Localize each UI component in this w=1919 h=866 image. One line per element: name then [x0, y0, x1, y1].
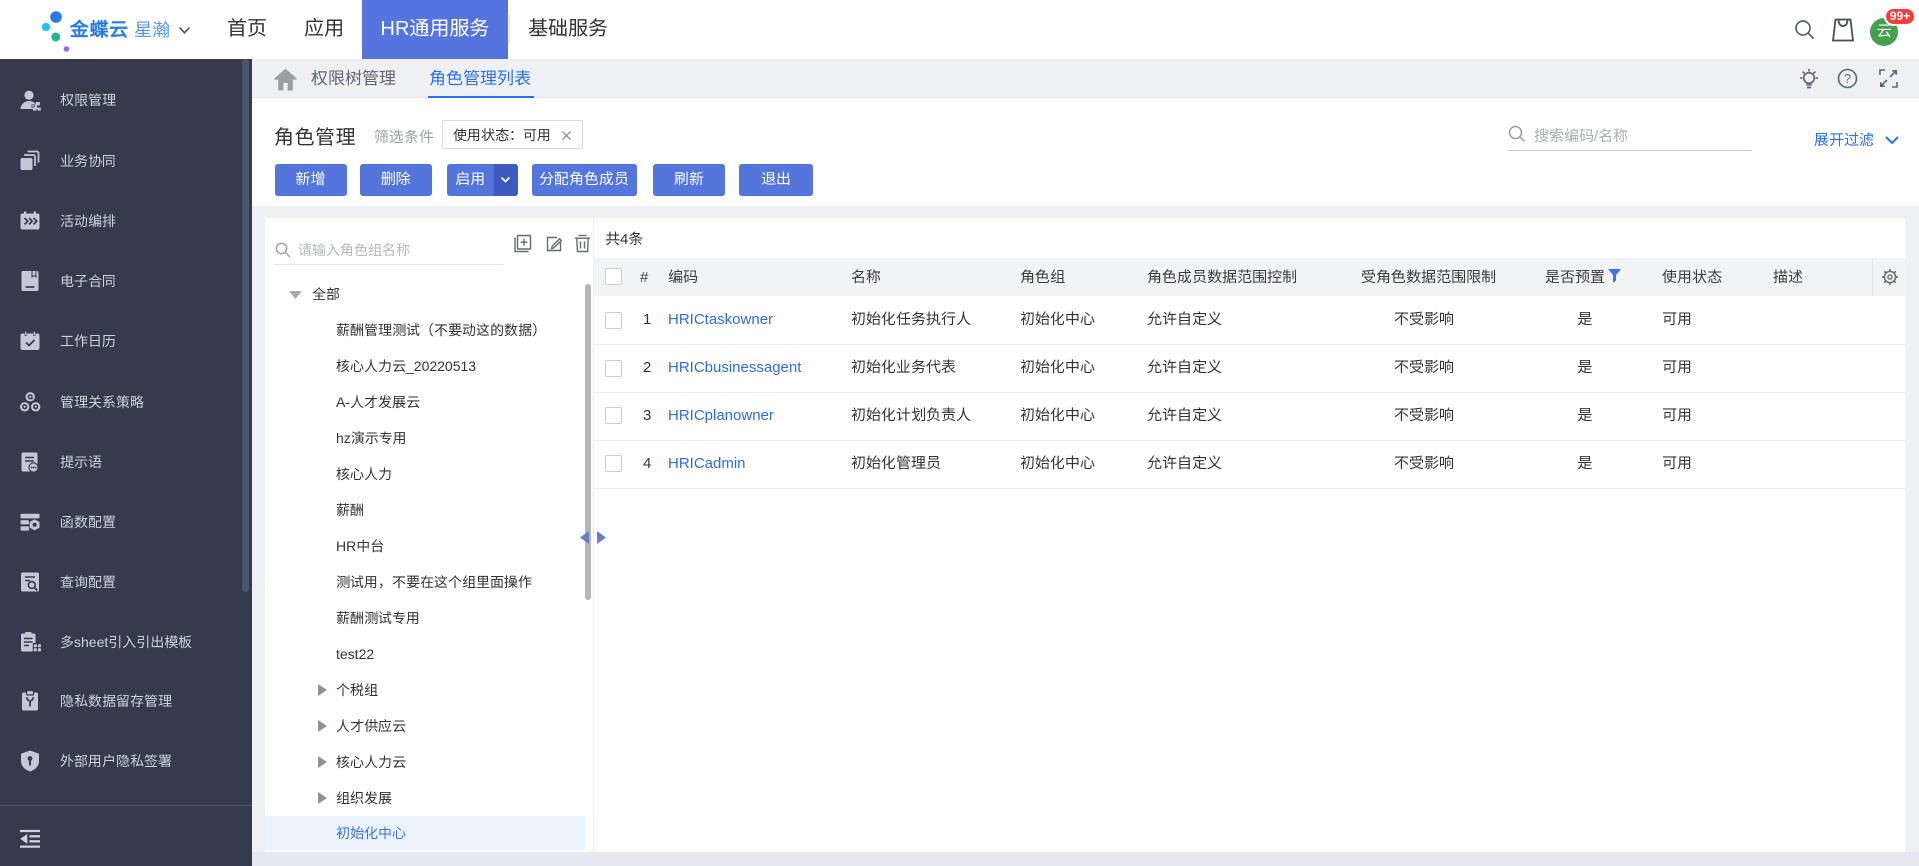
svg-text:?: ? — [1844, 72, 1851, 86]
